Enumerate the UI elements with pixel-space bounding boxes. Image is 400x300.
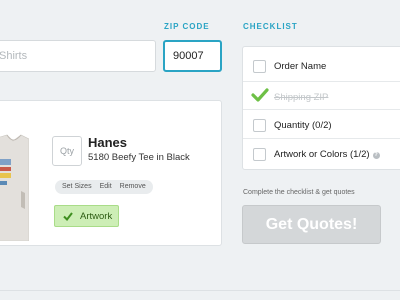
checklist-item-order-name[interactable]: Order Name <box>243 51 400 82</box>
zip-code-label: ZIP CODE <box>164 22 210 31</box>
checkmark-icon <box>251 88 269 102</box>
zip-code-input[interactable]: 90007 <box>163 40 222 72</box>
checkbox[interactable] <box>253 60 266 73</box>
checkbox[interactable] <box>253 118 266 132</box>
search-input[interactable]: Shirts <box>0 40 156 72</box>
checklist-item-quantity[interactable]: Quantity (0/2) <box>243 109 400 140</box>
checklist-title: CHECKLIST <box>243 22 298 31</box>
set-sizes-button[interactable]: Set Sizes <box>59 180 95 194</box>
edit-button[interactable]: Edit <box>97 180 115 194</box>
checkmark-icon <box>63 212 73 221</box>
t-shirt-image <box>0 134 29 241</box>
remove-button[interactable]: Remove <box>117 180 149 194</box>
artwork-button[interactable]: Artwork <box>54 205 119 227</box>
product-brand: Hanes <box>88 135 128 150</box>
checklist-item-label: Order Name <box>274 61 327 72</box>
get-quotes-button[interactable]: Get Quotes! <box>242 205 381 244</box>
quantity-input[interactable]: Qty <box>52 136 82 166</box>
quotes-instruction: Complete the checklist & get quotes <box>243 189 355 196</box>
checklist-item-label-wrap: Artwork or Colors (1/2)? <box>274 149 380 160</box>
artwork-label: Artwork <box>80 210 113 222</box>
product-description: 5180 Beefy Tee in Black <box>88 152 190 163</box>
zip-code-value: 90007 <box>173 50 204 62</box>
checklist-item-shipping-zip[interactable]: Shipping ZIP <box>243 81 400 112</box>
checkbox[interactable] <box>253 147 266 161</box>
checklist-item-label: Shipping ZIP <box>274 91 329 103</box>
search-input-value: Shirts <box>0 50 28 62</box>
product-actions: Set Sizes Edit Remove <box>55 180 153 194</box>
help-icon[interactable]: ? <box>372 151 380 159</box>
checklist-item-label: Artwork or Colors (1/2) <box>274 148 370 160</box>
checklist-item-artwork-colors[interactable]: Artwork or Colors (1/2)? <box>243 138 400 169</box>
divider <box>0 290 400 291</box>
checklist: Order Name Shipping ZIP Quantity (0/2) A… <box>242 46 400 170</box>
checklist-item-label: Quantity (0/2) <box>274 119 332 131</box>
